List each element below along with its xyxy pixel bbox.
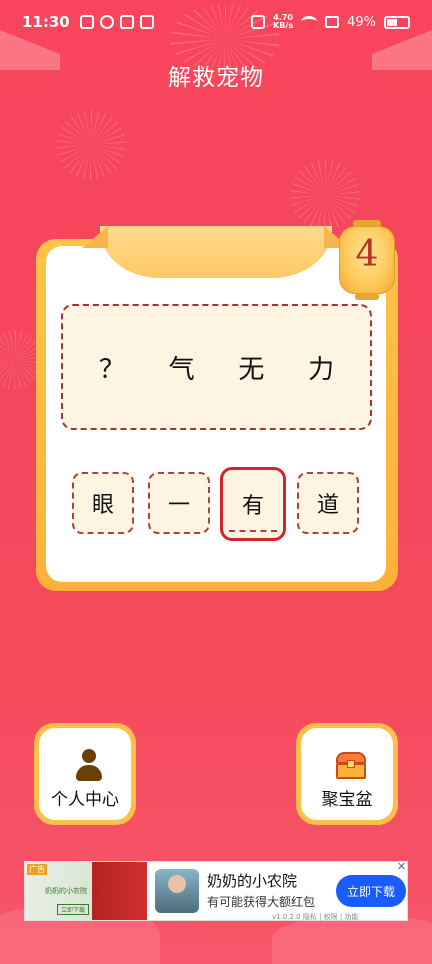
profile-button[interactable]: 个人中心 (34, 723, 136, 825)
decor-firework (0, 330, 40, 390)
answer-slot-4: 力 (308, 354, 335, 385)
battery-percent: 49% (347, 14, 376, 30)
answer-slots: ？ 气 无 力 (61, 304, 372, 430)
choice-tile-selected[interactable]: 有 (220, 467, 286, 541)
network-speed-unit: KB/s (273, 21, 294, 30)
profile-button-label: 个人中心 (51, 790, 119, 810)
choice-tile[interactable]: 一 (148, 472, 210, 534)
app-icon (99, 15, 114, 29)
ad-meta: v1.0.2.0 隐私 | 权限 | 功能 (272, 913, 359, 921)
page-title: 解救宠物 (168, 65, 264, 91)
choice-label: 有 (241, 494, 264, 519)
wifi-icon (301, 16, 318, 28)
message-icon (79, 15, 94, 29)
person-body-icon (76, 765, 102, 781)
ad-download-button[interactable]: 立即下载 (336, 875, 406, 907)
status-time: 11:30 (22, 13, 70, 31)
ad-thumb-button: 立即下载 (57, 904, 90, 915)
ad-thumbnail[interactable]: 广告 奶奶的小农院 立即下载 (25, 862, 147, 920)
person-head-icon (82, 749, 96, 763)
answer-slot-3: 无 (238, 354, 265, 385)
card-ribbon (100, 226, 332, 278)
choice-tile[interactable]: 眼 (72, 472, 134, 534)
level-lantern: 4 (337, 220, 397, 302)
lantern-base-icon (355, 293, 379, 300)
vibrate-icon (251, 15, 266, 29)
profile-button-face: 个人中心 (39, 728, 131, 820)
alipay-icon (119, 15, 134, 29)
status-right: 4.70 KB/s 49% (251, 14, 410, 30)
answer-slot-1[interactable]: ？ (92, 349, 132, 386)
notification-icons (79, 15, 154, 29)
person-icon (76, 749, 102, 783)
treasure-chest-icon (336, 752, 366, 780)
treasure-bowl-button-face: 聚宝盆 (301, 728, 393, 820)
answer-slot-2: 气 (168, 354, 195, 385)
choice-label: 眼 (91, 493, 114, 518)
sim-icon (325, 16, 340, 28)
decor-firework (56, 110, 126, 180)
treasure-bowl-label: 聚宝盆 (321, 790, 373, 810)
selected-underline (229, 530, 277, 532)
battery-icon (384, 15, 410, 29)
choice-label: 道 (316, 493, 339, 518)
mail-icon (139, 15, 154, 29)
ad-app-icon (155, 869, 199, 913)
close-icon[interactable]: ✕ (395, 861, 408, 874)
choice-label: 一 (167, 493, 190, 518)
chest-lock-icon (347, 760, 355, 768)
choice-tile[interactable]: 道 (297, 472, 359, 534)
network-speed: 4.70 KB/s (273, 14, 293, 30)
ad-badge: 广告 (27, 864, 47, 875)
status-bar: 11:30 4.70 KB/s 49% (0, 0, 432, 44)
treasure-bowl-button[interactable]: 聚宝盆 (296, 723, 398, 825)
level-number: 4 (355, 234, 379, 275)
ad-thumb-title: 奶奶的小农院 (45, 887, 87, 895)
